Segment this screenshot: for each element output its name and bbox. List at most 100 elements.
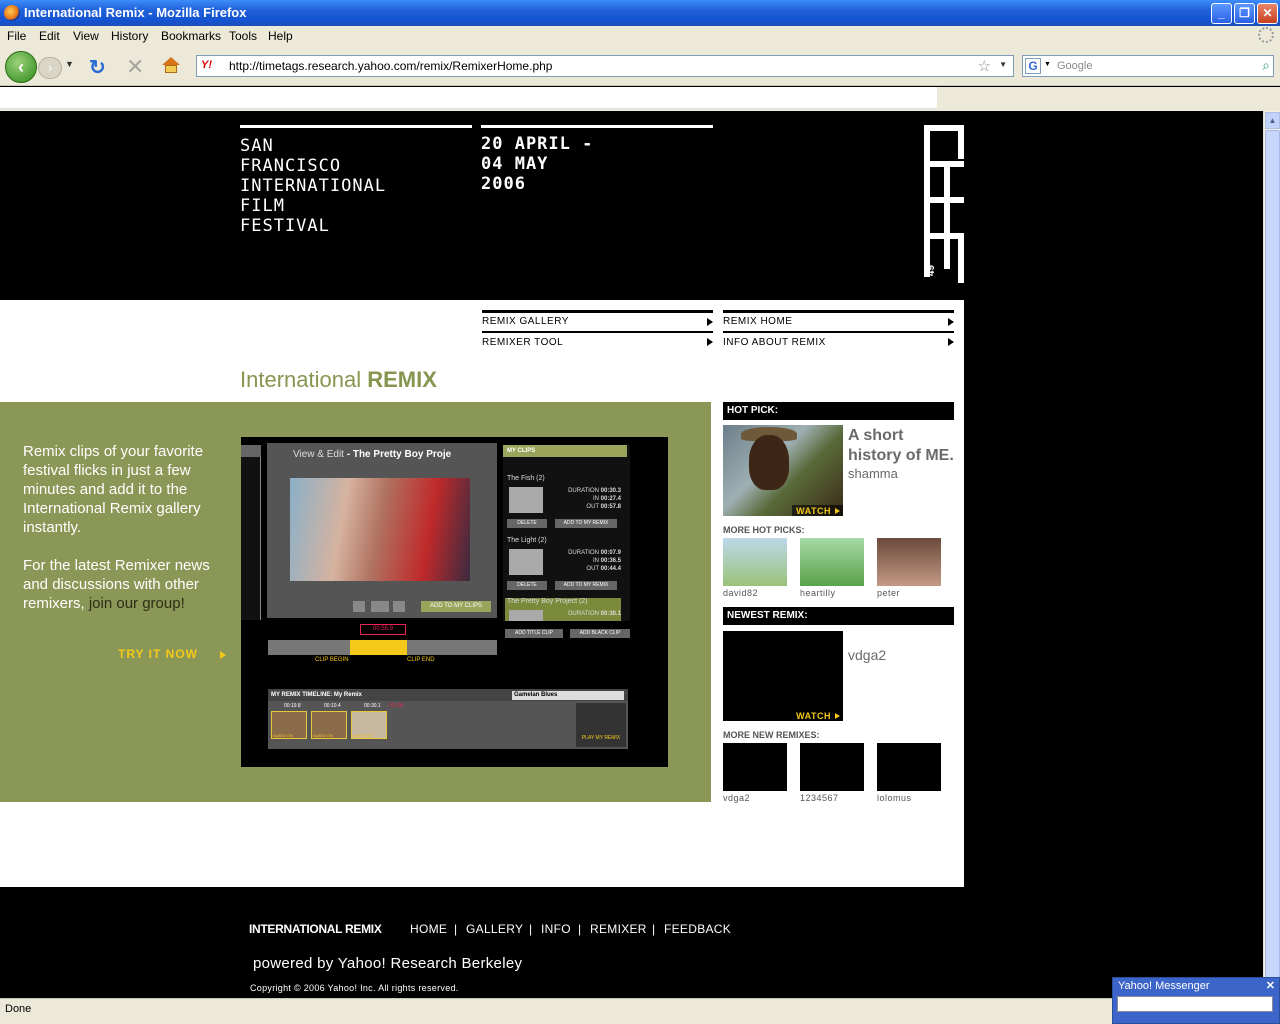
copyright: Copyright © 2006 Yahoo! Inc. All rights … — [250, 983, 459, 993]
video-viewer: ADD TO MY CLIPS — [267, 443, 497, 618]
google-engine-icon[interactable]: G — [1025, 58, 1041, 74]
window-title: International Remix - Mozilla Firefox — [24, 5, 247, 20]
status-bar: Done — [0, 998, 1280, 1024]
menu-file[interactable]: File — [7, 29, 26, 43]
powered-by: powered by Yahoo! Research Berkeley — [253, 955, 523, 972]
window-titlebar: International Remix - Mozilla Firefox _ … — [0, 0, 1280, 26]
menu-tools[interactable]: Tools — [229, 29, 257, 43]
promo-text: Remix clips of your favorite festival fl… — [23, 443, 210, 612]
messenger-close-icon[interactable]: ✕ — [1266, 979, 1275, 992]
footer-link-gallery[interactable]: GALLERY — [466, 922, 523, 936]
new-remix-thumb[interactable] — [877, 743, 941, 791]
video-frame — [290, 478, 470, 581]
search-box[interactable]: G ▼ Google ⌕ — [1022, 55, 1274, 77]
festival-dates: 20 APRIL - 04 MAY 2006 — [481, 125, 713, 194]
page-title: International REMIX — [240, 367, 437, 392]
remix-timeline: MY REMIX TIMELINE: My Remix Gamelan Blue… — [268, 689, 628, 749]
rewind-icon — [353, 601, 365, 612]
nav-info-about-remix[interactable]: INFO ABOUT REMIX — [723, 331, 954, 351]
nav-remix-home[interactable]: REMIX HOME — [723, 310, 954, 330]
clip-row: The Light (2) DURATION 00:07.9 IN 00:36.… — [507, 537, 621, 590]
promo-panel: Remix clips of your favorite festival fl… — [0, 402, 711, 802]
bookmark-star-icon[interactable]: ☆ — [978, 57, 991, 75]
more-new-remixes-heading: MORE NEW REMIXES: — [723, 730, 820, 740]
new-remix-thumb[interactable] — [723, 743, 787, 791]
nav-remix-gallery[interactable]: REMIX GALLERY — [482, 310, 713, 330]
sfiff-logo: 49 — [924, 125, 964, 283]
join-group-link[interactable]: join our group! — [89, 595, 185, 612]
clip-row: The Pretty Boy Project (2) DURATION 00:3… — [505, 598, 621, 621]
thumb-caption[interactable]: david82 — [723, 588, 758, 598]
navigation-toolbar: ‹ › ▼ ↻ ✕ Y! http://timetags.research.ya… — [0, 46, 1280, 86]
footer-link-info[interactable]: INFO — [541, 922, 571, 936]
new-remix-thumb[interactable] — [800, 743, 864, 791]
menu-view[interactable]: View — [73, 29, 99, 43]
home-icon — [162, 57, 180, 65]
throbber-icon — [1258, 27, 1274, 43]
firefox-icon — [4, 5, 20, 21]
menu-bar: File Edit View History Bookmarks Tools H… — [0, 26, 1280, 46]
bookmarks-toolbar — [0, 87, 1280, 111]
hot-pick-title[interactable]: A short history of ME. — [848, 426, 958, 466]
menu-help[interactable]: Help — [268, 29, 293, 43]
hot-pick-thumb[interactable] — [800, 538, 864, 586]
address-bar[interactable]: Y! http://timetags.research.yahoo.com/re… — [196, 55, 1014, 77]
watch-button[interactable]: WATCH — [792, 505, 843, 516]
festival-name: SAN FRANCISCO INTERNATIONAL FILM FESTIVA… — [240, 125, 472, 236]
forward-button[interactable]: › — [38, 57, 62, 79]
history-dropdown-icon[interactable]: ▼ — [65, 59, 74, 69]
yahoo-favicon-icon: Y! — [201, 59, 219, 73]
arrow-right-icon — [948, 318, 954, 326]
url-text[interactable]: http://timetags.research.yahoo.com/remix… — [229, 59, 552, 73]
clip-row: The Fish (2) DURATION 00:30.3 IN 00:27.4… — [507, 475, 621, 528]
engine-dropdown-icon[interactable]: ▼ — [1044, 61, 1051, 68]
thumb-caption[interactable]: 1234567 — [800, 793, 839, 803]
thumb-caption[interactable]: heartilly — [800, 588, 836, 598]
close-button[interactable]: ✕ — [1257, 3, 1278, 24]
footer-link-remixer[interactable]: REMIXER — [590, 922, 647, 936]
messenger-input[interactable] — [1117, 996, 1273, 1012]
my-clips-panel: MY CLIPS The Fish (2) DURATION 00:30.3 I… — [503, 445, 630, 621]
scroll-thumb[interactable] — [1265, 130, 1280, 978]
stop-button[interactable]: ✕ — [126, 54, 144, 80]
remixer-tool-screenshot[interactable]: ADD TO MY CLIPS View & Edit - The Pretty… — [241, 437, 668, 767]
home-button[interactable] — [162, 57, 180, 73]
scroll-up-icon[interactable]: ▲ — [1265, 112, 1280, 129]
messenger-title: Yahoo! Messenger — [1118, 980, 1210, 992]
back-button[interactable]: ‹ — [5, 51, 37, 83]
nav-remixer-tool[interactable]: REMIXER TOOL — [482, 331, 713, 351]
forward-icon — [393, 601, 405, 612]
more-hot-picks-heading: MORE HOT PICKS: — [723, 525, 805, 535]
footer-link-home[interactable]: HOME — [410, 922, 447, 936]
try-it-now-link[interactable]: TRY IT NOW — [118, 647, 198, 661]
thumb-caption[interactable]: peter — [877, 588, 900, 598]
footer-link-feedback[interactable]: FEEDBACK — [664, 922, 731, 936]
hot-pick-author[interactable]: shamma — [848, 466, 898, 481]
hot-pick-thumbnail[interactable]: WATCH — [723, 425, 843, 516]
menu-edit[interactable]: Edit — [39, 29, 60, 43]
maximize-button[interactable]: ❐ — [1234, 3, 1255, 24]
play-icon — [371, 601, 389, 612]
watch-button[interactable]: WATCH — [792, 710, 843, 721]
newest-remix-author[interactable]: vdga2 — [848, 647, 886, 663]
reload-button[interactable]: ↻ — [89, 55, 106, 80]
arrow-right-icon — [707, 318, 713, 326]
menu-history[interactable]: History — [111, 29, 148, 43]
search-input[interactable]: Google — [1057, 60, 1092, 72]
yahoo-messenger-popup[interactable]: Yahoo! Messenger ✕ — [1112, 977, 1280, 1024]
hot-pick-thumb[interactable] — [723, 538, 787, 586]
arrow-right-icon — [707, 338, 713, 346]
thumb-caption[interactable]: vdga2 — [723, 793, 750, 803]
minimize-button[interactable]: _ — [1211, 3, 1232, 24]
page-viewport: SAN FRANCISCO INTERNATIONAL FILM FESTIVA… — [0, 111, 1263, 998]
logo-number: 49 — [926, 264, 938, 277]
hot-pick-thumb[interactable] — [877, 538, 941, 586]
menu-bookmarks[interactable]: Bookmarks — [161, 29, 221, 43]
status-text: Done — [5, 1003, 32, 1015]
hot-pick-heading: HOT PICK: — [723, 402, 954, 420]
url-dropdown-icon[interactable]: ▼ — [999, 60, 1007, 69]
search-icon[interactable]: ⌕ — [1262, 57, 1270, 74]
vertical-scrollbar[interactable]: ▲ ▼ — [1263, 111, 1280, 998]
thumb-caption[interactable]: lolomus — [877, 793, 912, 803]
newest-remix-thumbnail[interactable]: WATCH — [723, 631, 843, 721]
